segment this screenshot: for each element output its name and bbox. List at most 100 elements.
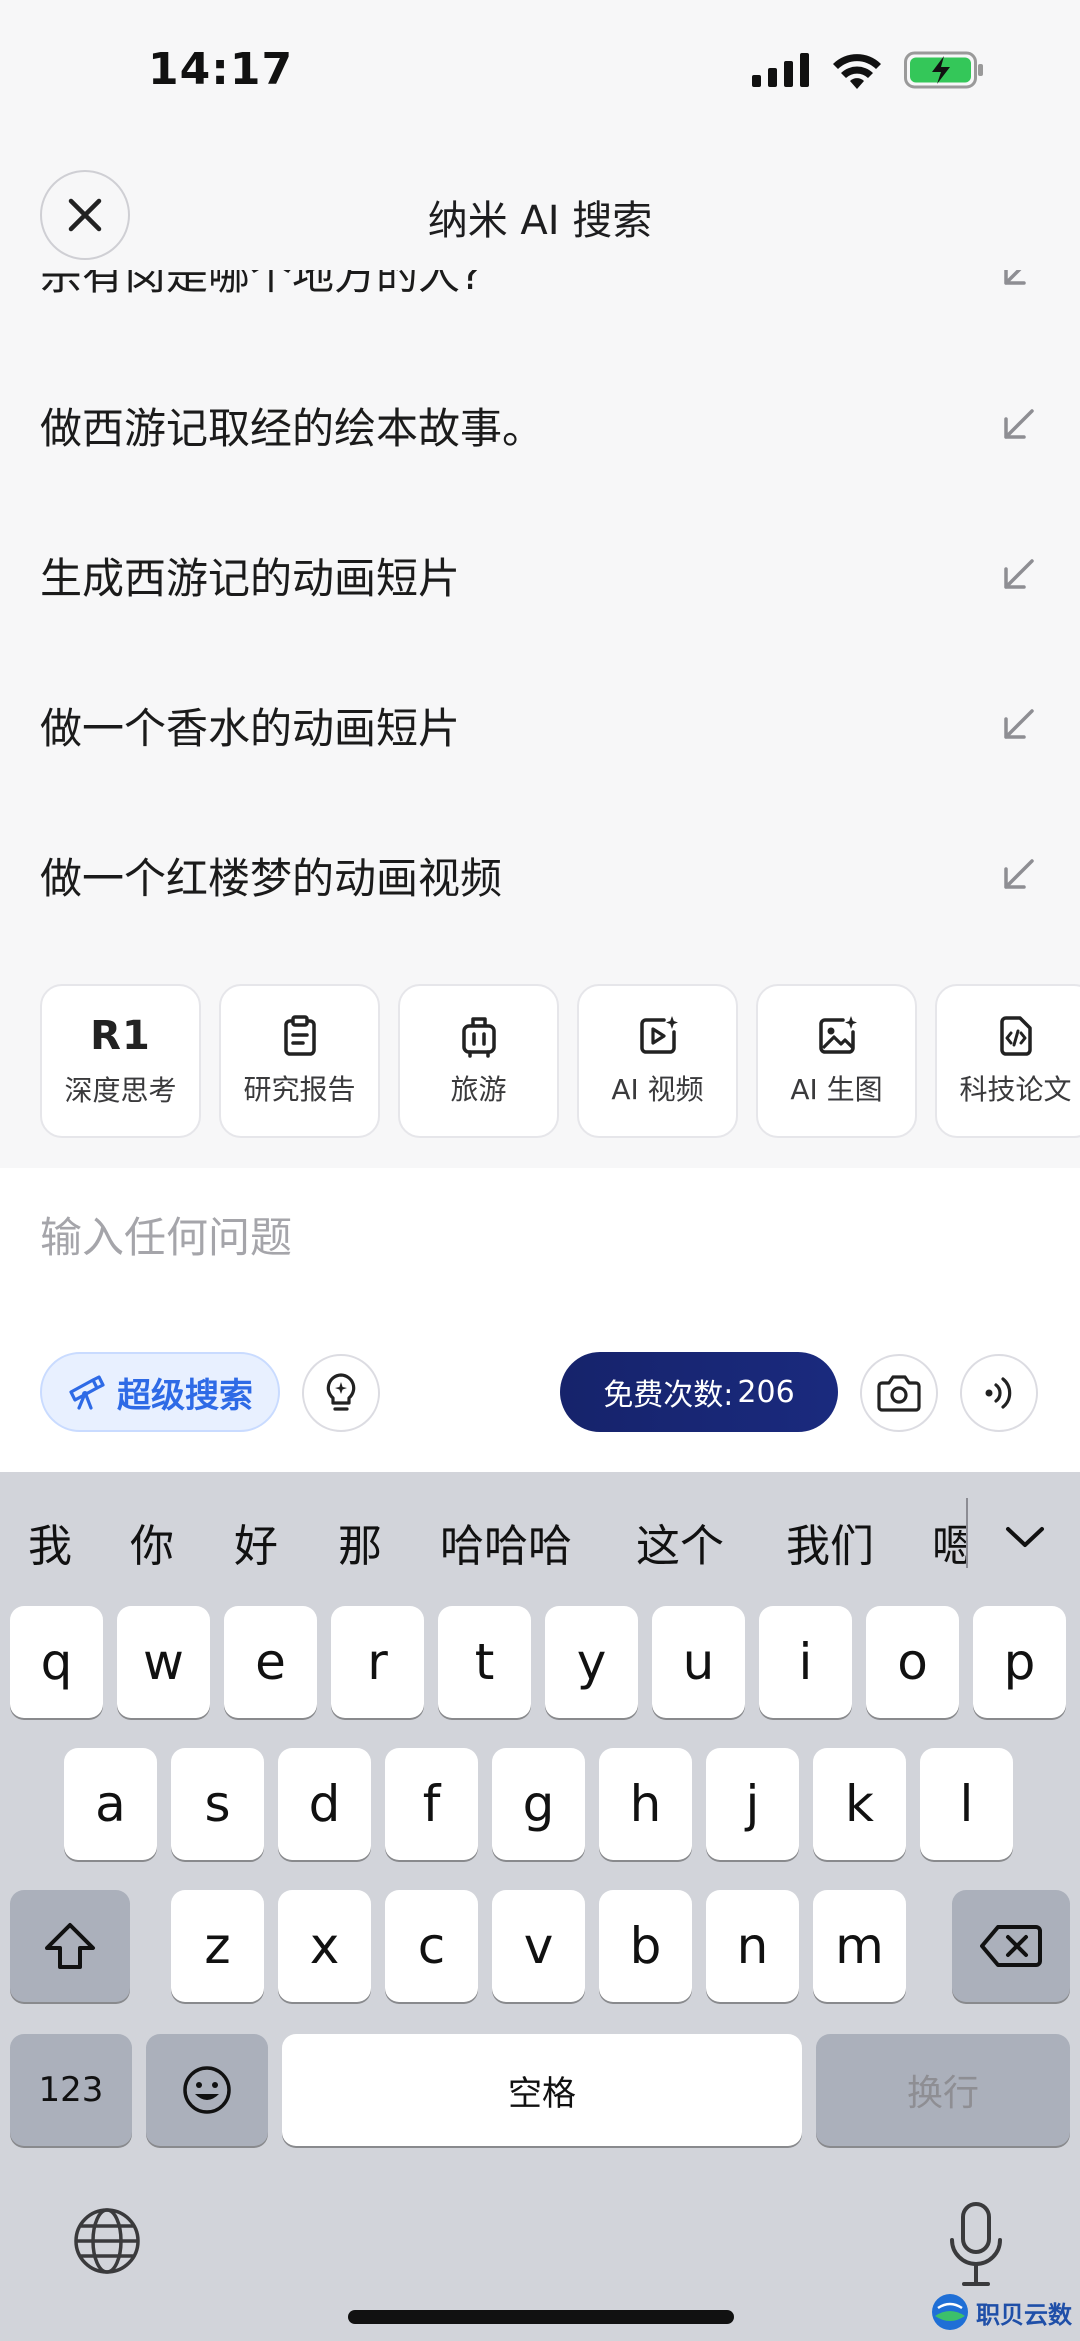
key-a[interactable]: a (64, 1748, 157, 1860)
key-label: u (682, 1633, 715, 1691)
chip-ai-video[interactable]: AI 视频 (577, 984, 738, 1138)
candidate-word[interactable]: 你 (130, 1510, 174, 1574)
key-label: l (959, 1775, 974, 1833)
key-label: z (204, 1917, 231, 1975)
candidate-word[interactable]: 嗯 (932, 1510, 968, 1574)
key-label: t (474, 1633, 495, 1691)
key-d[interactable]: d (278, 1748, 371, 1860)
microphone-icon[interactable] (946, 2200, 1006, 2290)
chip-deep-thinking[interactable]: R1 深度思考 (40, 984, 201, 1138)
shift-icon (45, 1923, 95, 1969)
key-m[interactable]: m (813, 1890, 906, 2002)
candidate-word[interactable]: 我们 (786, 1510, 874, 1574)
fill-arrow-icon[interactable] (996, 703, 1040, 747)
key-f[interactable]: f (385, 1748, 478, 1860)
space-key[interactable]: 空格 (282, 2034, 802, 2146)
key-h[interactable]: h (599, 1748, 692, 1860)
key-label: 123 (38, 2070, 104, 2110)
key-s[interactable]: s (171, 1748, 264, 1860)
key-z[interactable]: z (171, 1890, 264, 2002)
suggestion-item[interactable]: 生成西游记的动画短片 (40, 520, 1040, 630)
key-i[interactable]: i (759, 1606, 852, 1718)
status-time: 14:17 (148, 44, 294, 95)
key-label: g (522, 1775, 555, 1833)
globe-icon[interactable] (72, 2206, 142, 2276)
key-g[interactable]: g (492, 1748, 585, 1860)
candidate-word[interactable]: 哈哈哈 (440, 1510, 572, 1574)
luggage-icon (461, 1017, 496, 1058)
key-label: w (143, 1633, 184, 1691)
fill-arrow-icon[interactable] (996, 553, 1040, 597)
key-k[interactable]: k (813, 1748, 906, 1860)
suggestion-item[interactable]: 做一个香水的动画短片 (40, 670, 1040, 780)
key-u[interactable]: u (652, 1606, 745, 1718)
telescope-icon (69, 1375, 105, 1410)
chevron-down-icon[interactable] (1000, 1512, 1050, 1562)
suggestion-text: 宗有岗是哪个地方的人? (40, 270, 483, 299)
camera-icon (877, 1375, 921, 1412)
key-l[interactable]: l (920, 1748, 1013, 1860)
voice-button[interactable] (960, 1354, 1038, 1432)
candidate-word[interactable]: 好 (234, 1510, 278, 1574)
system-keyboard: 我 你 好 那 哈哈哈 这个 我们 嗯 q w e r t y u i o p … (0, 1472, 1080, 2341)
key-label: v (523, 1917, 554, 1975)
video-sparkle-icon (639, 1016, 678, 1054)
watermark: 职贝云数 (930, 2292, 1072, 2332)
key-c[interactable]: c (385, 1890, 478, 2002)
key-j[interactable]: j (706, 1748, 799, 1860)
key-label: p (1003, 1633, 1036, 1691)
key-q[interactable]: q (10, 1606, 103, 1718)
question-input[interactable]: 输入任何问题 (40, 1204, 1040, 1274)
chip-travel[interactable]: 旅游 (398, 984, 559, 1138)
fill-arrow-icon[interactable] (996, 853, 1040, 897)
sound-wave-icon (985, 1377, 1012, 1409)
suggestion-text: 做一个香水的动画短片 (40, 703, 461, 753)
candidate-word[interactable]: 这个 (636, 1510, 724, 1574)
chip-label: 研究报告 (243, 1073, 356, 1106)
key-label: x (309, 1917, 340, 1975)
key-p[interactable]: p (973, 1606, 1066, 1718)
backspace-key[interactable] (952, 1890, 1070, 2002)
key-o[interactable]: o (866, 1606, 959, 1718)
camera-button[interactable] (860, 1354, 938, 1432)
suggestion-text: 生成西游记的动画短片 (40, 553, 461, 603)
key-b[interactable]: b (599, 1890, 692, 2002)
chip-tech-paper[interactable]: 科技论文 (935, 984, 1080, 1138)
chip-label: 旅游 (450, 1073, 507, 1106)
suggestion-item[interactable]: 做西游记取经的绘本故事。 (40, 370, 1040, 480)
lightbulb-icon (326, 1373, 356, 1411)
fill-arrow-icon[interactable] (996, 270, 1040, 293)
composer: 输入任何问题 超级搜索 免费次数: 206 (0, 1168, 1080, 1472)
key-label: i (798, 1633, 813, 1691)
code-doc-icon (999, 1016, 1032, 1056)
home-indicator[interactable] (348, 2310, 734, 2324)
key-y[interactable]: y (545, 1606, 638, 1718)
key-t[interactable]: t (438, 1606, 531, 1718)
key-n[interactable]: n (706, 1890, 799, 2002)
candidate-word[interactable]: 我 (28, 1510, 72, 1574)
key-r[interactable]: r (331, 1606, 424, 1718)
suggestion-item[interactable]: 做一个红楼梦的动画视频 (40, 820, 1040, 930)
fill-arrow-icon[interactable] (996, 403, 1040, 447)
emoji-key[interactable] (146, 2034, 268, 2146)
chip-ai-image[interactable]: AI 生图 (756, 984, 917, 1138)
candidate-bar: 我 你 好 那 哈哈哈 这个 我们 嗯 (0, 1472, 1080, 1602)
free-count-badge[interactable]: 免费次数: 206 (560, 1352, 838, 1432)
watermark-text: 职贝云数 (976, 2300, 1072, 2329)
key-w[interactable]: w (117, 1606, 210, 1718)
quick-actions: R1 深度思考 研究报告 旅游 AI 视频 AI 生图 科技论文 (40, 984, 1080, 1138)
shift-key[interactable] (10, 1890, 130, 2002)
key-label: e (255, 1633, 286, 1691)
image-sparkle-icon (818, 1016, 857, 1054)
chip-label: 科技论文 (959, 1073, 1072, 1106)
chip-research-report[interactable]: 研究报告 (219, 984, 380, 1138)
key-v[interactable]: v (492, 1890, 585, 2002)
idea-button[interactable] (302, 1354, 380, 1432)
key-x[interactable]: x (278, 1890, 371, 2002)
numbers-key[interactable]: 123 (10, 2034, 132, 2146)
candidate-word[interactable]: 那 (338, 1510, 382, 1574)
return-key[interactable]: 换行 (816, 2034, 1070, 2146)
super-search-toggle[interactable]: 超级搜索 (40, 1352, 280, 1432)
suggestion-item[interactable]: 宗有岗是哪个地方的人? (40, 270, 1040, 326)
key-e[interactable]: e (224, 1606, 317, 1718)
